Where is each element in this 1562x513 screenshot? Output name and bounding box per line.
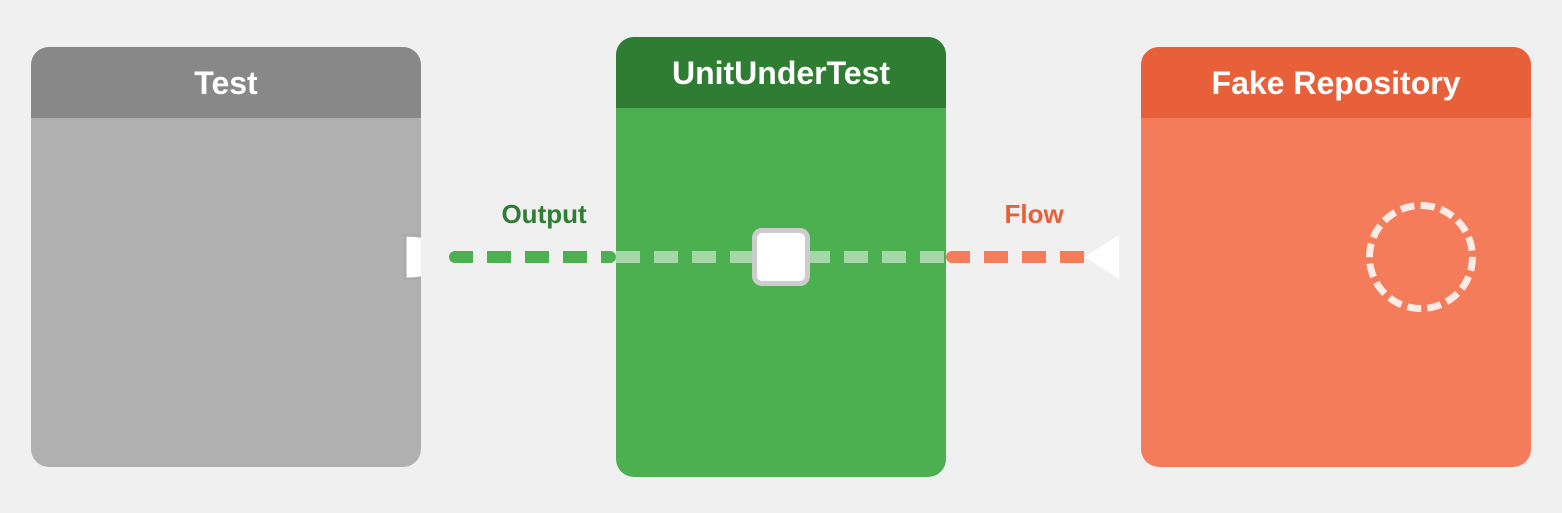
flow-label: Flow [1005, 199, 1064, 230]
output-label: Output [501, 199, 586, 230]
fake-dashed-circle [1366, 202, 1476, 312]
flow-arrow [1085, 235, 1119, 279]
unit-box: UnitUnderTest [616, 37, 946, 477]
unit-center-port [752, 228, 810, 286]
test-box: Test [31, 47, 421, 467]
fake-label: Fake Repository [1212, 65, 1461, 101]
unit-box-header: UnitUnderTest [616, 37, 946, 108]
fake-box: Fake Repository [1141, 47, 1531, 467]
right-connection: Flow [946, 227, 1141, 287]
diagram: Test Output UnitUnderTest Flow Fake Repo… [31, 27, 1531, 487]
left-dashed-line [449, 251, 616, 263]
left-connection: Output [421, 227, 616, 287]
test-label: Test [194, 65, 257, 101]
fake-box-header: Fake Repository [1141, 47, 1531, 118]
test-output-port [395, 231, 421, 283]
unit-label: UnitUnderTest [672, 55, 890, 91]
test-box-header: Test [31, 47, 421, 118]
